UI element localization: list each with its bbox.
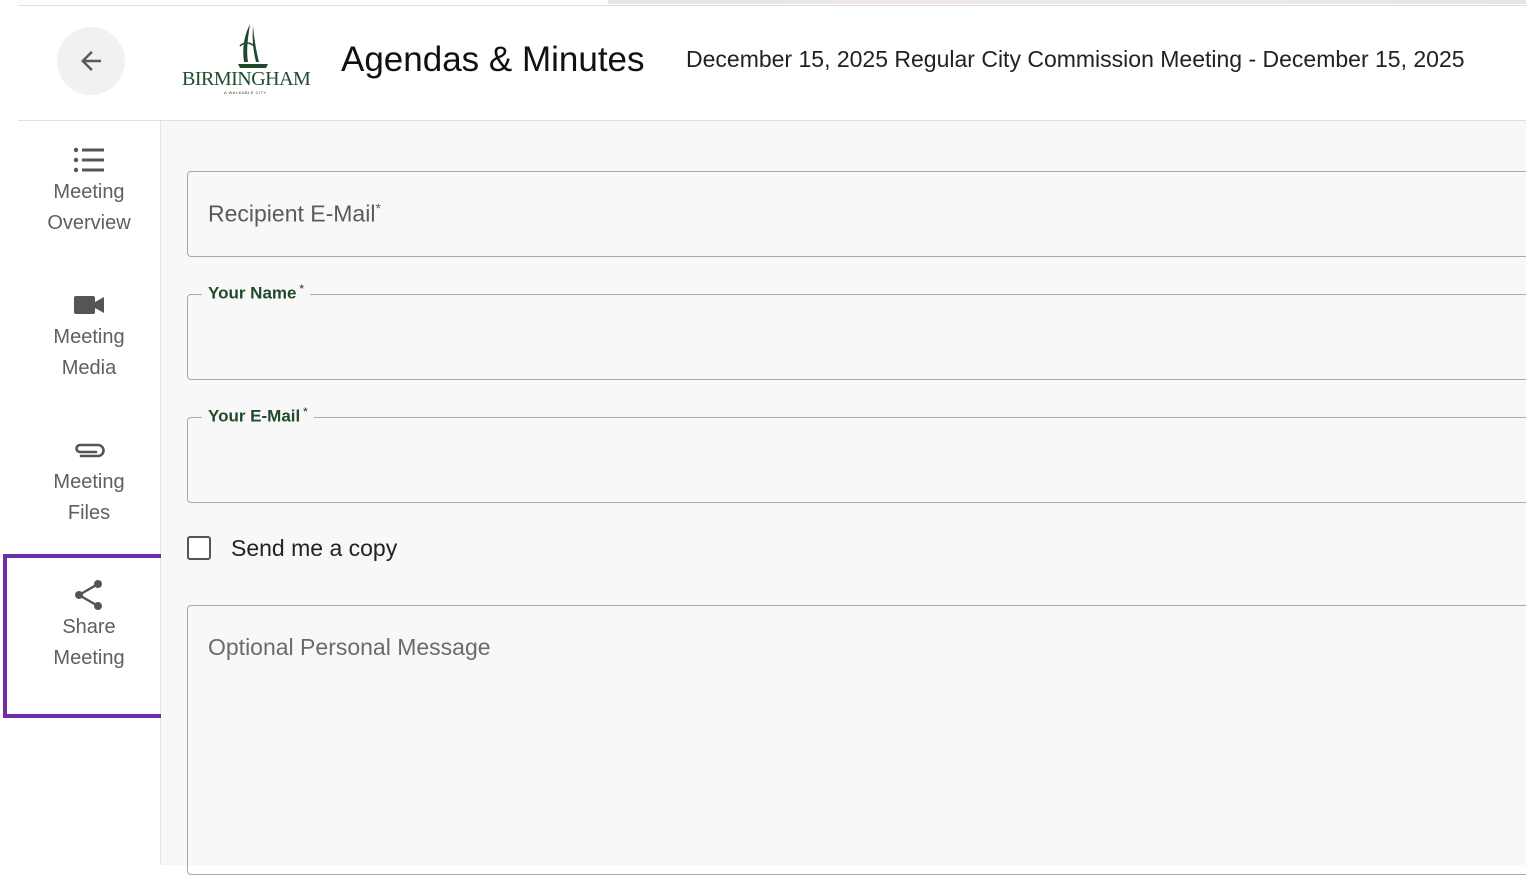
sidebar-item-label: Meeting Overview — [47, 181, 131, 234]
page-title: Agendas & Minutes — [341, 40, 645, 79]
share-meeting-form: Recipient E-Mail* Your Name * Your E-Mail… — [161, 121, 1526, 875]
logo-tagline: A WALKABLE CITY — [224, 90, 267, 95]
logo-wordmark: BIRMINGHAM — [182, 68, 311, 90]
sidebar-item-label: Meeting Files — [53, 471, 125, 524]
video-camera-icon — [74, 296, 104, 314]
your-name-field[interactable]: Your Name * — [187, 283, 1526, 380]
banner-image — [608, 0, 1526, 4]
sidebar-item-meeting-overview[interactable]: Meeting Overview — [18, 121, 160, 261]
recipient-email-field[interactable]: Recipient E-Mail* — [187, 171, 1526, 257]
your-email-label: Your E-Mail * — [202, 406, 314, 427]
your-email-field[interactable]: Your E-Mail * — [187, 406, 1526, 503]
your-email-input[interactable] — [188, 418, 1526, 502]
meeting-sidebar: Meeting Overview Meeting Media Meeting File… — [18, 121, 161, 865]
your-name-label: Your Name * — [202, 283, 310, 304]
city-logo[interactable]: BIRMINGHAM A WALKABLE CITY — [178, 22, 328, 100]
send-copy-label: Send me a copy — [231, 534, 398, 561]
paperclip-icon — [75, 443, 105, 458]
sidebar-item-share-meeting[interactable]: Share Meeting — [18, 556, 160, 696]
personal-message-textarea[interactable] — [188, 606, 1526, 874]
back-button[interactable] — [57, 27, 125, 95]
your-name-input[interactable] — [188, 295, 1526, 379]
arrow-left-icon — [81, 51, 101, 71]
list-icon — [73, 147, 104, 173]
meeting-title: December 15, 2025 Regular City Commissio… — [686, 46, 1465, 72]
personal-message-field[interactable] — [187, 605, 1526, 875]
app-header: BIRMINGHAM A WALKABLE CITY Agendas & Min… — [18, 6, 1526, 121]
recipient-email-input[interactable] — [188, 172, 1526, 256]
send-copy-checkbox[interactable] — [187, 536, 211, 560]
share-icon — [75, 580, 102, 610]
sidebar-item-meeting-media[interactable]: Meeting Media — [18, 266, 160, 406]
city-emblem-icon — [238, 24, 268, 68]
sidebar-item-label: Meeting Media — [53, 326, 125, 379]
sidebar-item-label: Share Meeting — [53, 616, 125, 669]
send-copy-option[interactable]: Send me a copy — [187, 531, 397, 565]
sidebar-item-meeting-files[interactable]: Meeting Files — [18, 411, 160, 551]
